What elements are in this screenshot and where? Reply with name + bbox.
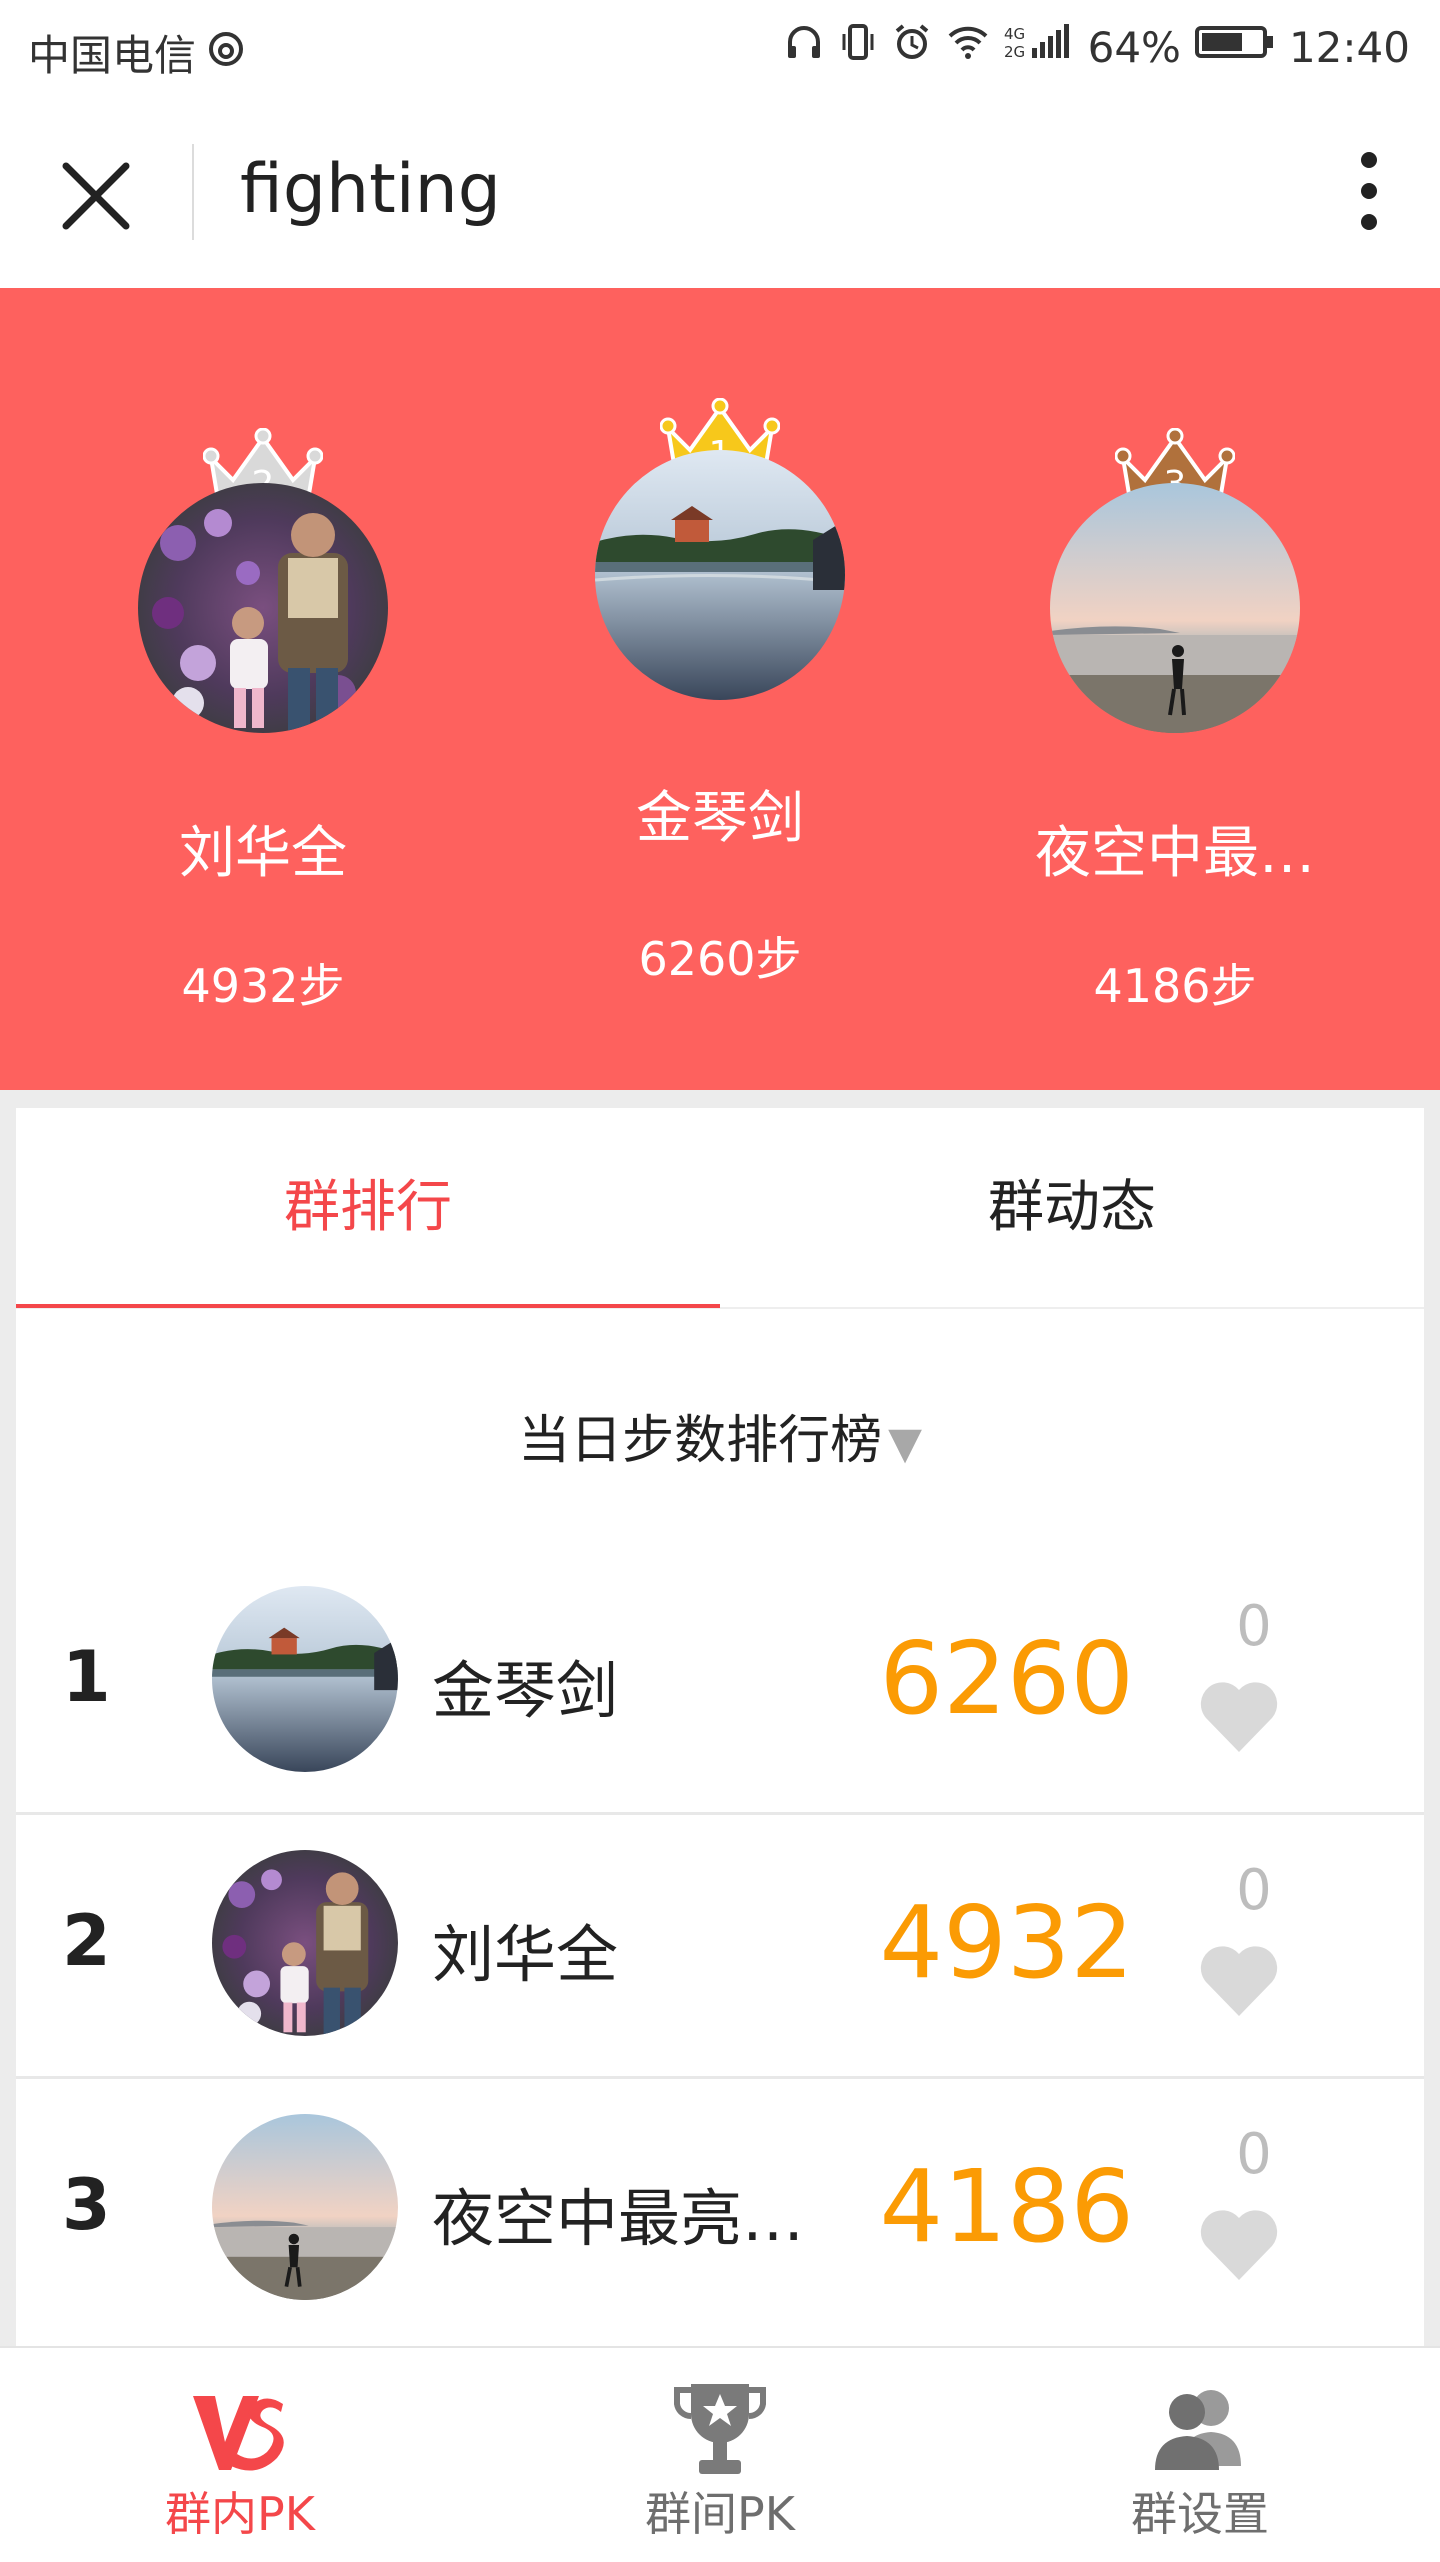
second-place-steps: 4932步 [181, 959, 345, 1013]
heart-icon [1200, 1946, 1278, 2016]
avatar-image [1050, 483, 1300, 733]
close-button[interactable] [56, 156, 136, 236]
trophy-icon [665, 2374, 775, 2484]
nav-label: 群设置 [1131, 2487, 1269, 2541]
user-avatar[interactable] [212, 1850, 398, 2036]
more-button[interactable] [1334, 146, 1404, 236]
title-bar: fighting [0, 100, 1440, 289]
user-name: 金琴剑 [432, 1654, 619, 1727]
like-count: 0 [1236, 2122, 1272, 2187]
user-name: 夜空中最亮… [432, 2182, 805, 2255]
dropdown-arrow-icon: ▼ [888, 1418, 922, 1469]
step-count: 4932 [879, 1884, 1135, 2001]
users-icon [1145, 2374, 1255, 2484]
first-place-avatar[interactable] [595, 450, 845, 700]
tab-group-feed[interactable]: 群动态 [720, 1108, 1424, 1308]
clock-time: 12:40 [1288, 22, 1410, 72]
like-button[interactable] [1198, 1942, 1280, 2018]
nav-item-group-settings[interactable]: 群设置 [960, 2348, 1440, 2562]
podium-banner: 2 刘华全 4932步 [0, 288, 1440, 1090]
like-count: 0 [1236, 1594, 1272, 1659]
avatar-image [595, 450, 845, 700]
first-place-steps: 6260步 [638, 932, 802, 986]
status-left: 中国电信 [28, 22, 244, 83]
like-count: 0 [1236, 1858, 1272, 1923]
status-bar: 中国电信 4G 2G 64% 12:40 [0, 0, 1440, 100]
board-type-label: 当日步数排行榜 [518, 1411, 883, 1471]
vs-icon [185, 2374, 295, 2484]
heart-icon [1200, 1682, 1278, 1752]
ranking-row[interactable]: 2 刘华全 4932 0 [16, 1812, 1424, 2079]
first-place-name: 金琴剑 [636, 786, 804, 851]
third-place-avatar[interactable] [1050, 483, 1300, 733]
alarm-icon [892, 22, 932, 72]
second-place-name: 刘华全 [179, 821, 347, 886]
ranking-row[interactable]: 3 夜空中最亮… 4186 0 [16, 2076, 1424, 2340]
avatar-image [212, 1850, 398, 2036]
nav-label: 群内PK [165, 2487, 315, 2541]
nav-label: 群间PK [645, 2487, 795, 2541]
page-title: fighting [240, 150, 501, 229]
avatar-image [212, 1586, 398, 1772]
vibrate-icon [838, 22, 878, 72]
close-icon [62, 162, 130, 230]
user-avatar[interactable] [212, 1586, 398, 1772]
heart-icon [1200, 2210, 1278, 2280]
svg-text:4G: 4G [1004, 25, 1025, 43]
board-type-dropdown[interactable]: 当日步数排行榜 ▼ [16, 1398, 1424, 1473]
ranking-card: 群排行 群动态 当日步数排行榜 ▼ 1 金琴剑 6260 0 2 刘华全 493… [16, 1108, 1424, 2346]
user-avatar[interactable] [212, 2114, 398, 2300]
like-button[interactable] [1198, 2206, 1280, 2282]
third-place-name: 夜空中最… [1035, 821, 1315, 886]
wifi-icon [946, 22, 990, 72]
headphones-icon [784, 22, 824, 72]
second-place-avatar[interactable] [138, 483, 388, 733]
title-divider [192, 144, 194, 240]
tab-active-indicator [16, 1304, 720, 1308]
rank-number: 1 [62, 1636, 111, 1718]
bottom-navigation: 群内PK 群间PK 群设置 [0, 2346, 1440, 2562]
battery-percent: 64% [1087, 22, 1181, 72]
netease-icon [208, 28, 244, 77]
like-button[interactable] [1198, 1678, 1280, 1754]
avatar-image [138, 483, 388, 733]
more-vertical-icon [1361, 152, 1377, 230]
tab-group-ranking[interactable]: 群排行 [16, 1108, 720, 1308]
carrier-label: 中国电信 [28, 31, 197, 80]
svg-text:2G: 2G [1004, 43, 1025, 61]
rank-number: 2 [62, 1900, 111, 1982]
ranking-row[interactable]: 1 金琴剑 6260 0 [16, 1548, 1424, 1815]
step-count: 6260 [879, 1620, 1135, 1737]
signal-icon: 4G 2G [1004, 22, 1074, 72]
avatar-image [212, 2114, 398, 2300]
battery-icon [1194, 22, 1275, 72]
status-right: 4G 2G 64% 12:40 [784, 22, 1410, 72]
rank-number: 3 [62, 2164, 111, 2246]
step-count: 4186 [879, 2148, 1135, 2265]
nav-item-inter-group-pk[interactable]: 群间PK [480, 2348, 960, 2562]
user-name: 刘华全 [432, 1918, 619, 1991]
third-place-steps: 4186步 [1093, 959, 1257, 1013]
nav-item-group-pk[interactable]: 群内PK [0, 2348, 480, 2562]
